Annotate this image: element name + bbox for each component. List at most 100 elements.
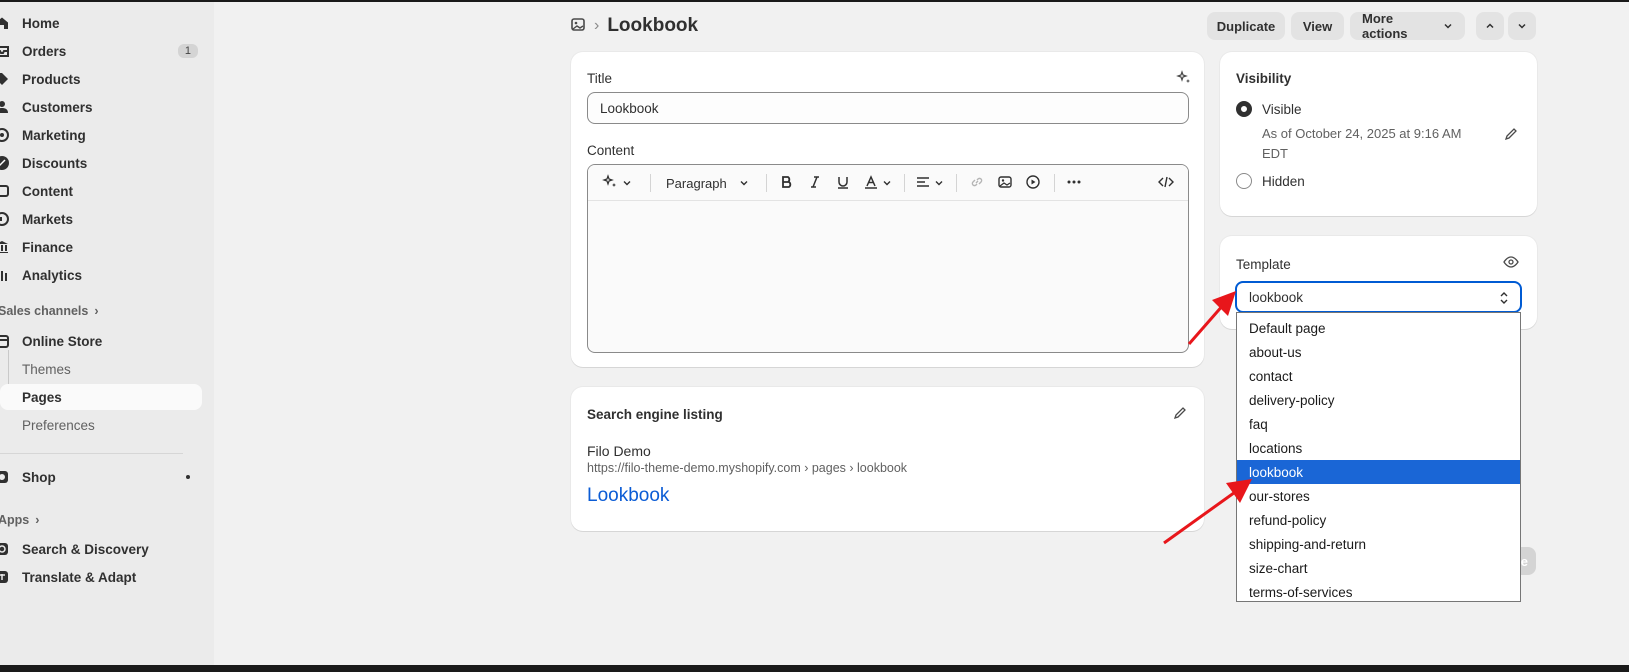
text-color-icon xyxy=(864,174,878,192)
sidebar-item-translate-adapt[interactable]: Translate & Adapt xyxy=(0,564,202,590)
link-icon xyxy=(970,175,984,192)
sidebar-subitem-label: Preferences xyxy=(22,417,95,433)
sidebar-item-online-store[interactable]: Online Store xyxy=(0,328,202,354)
sidebar-item-products[interactable]: Products xyxy=(0,66,202,92)
sidebar-item-content[interactable]: Content xyxy=(0,178,202,204)
template-option[interactable]: terms-of-services xyxy=(1237,580,1520,604)
sidebar-item-label: Markets xyxy=(22,211,74,227)
sidebar-item-customers[interactable]: Customers xyxy=(0,94,202,120)
bold-button[interactable] xyxy=(780,174,794,192)
visibility-card: Visibility Visible As of October 24, 202… xyxy=(1220,52,1537,216)
insert-video-button[interactable] xyxy=(1026,174,1040,192)
bank-icon xyxy=(0,239,10,255)
sidebar-item-analytics[interactable]: Analytics xyxy=(0,262,202,288)
page-content-card: Title Lookbook Content Paragraph xyxy=(571,52,1204,367)
search-engine-listing-card: Search engine listing Filo Demo https://… xyxy=(571,387,1204,531)
template-option[interactable]: locations xyxy=(1237,436,1520,460)
insert-link-button[interactable] xyxy=(970,174,984,192)
page-title: Lookbook xyxy=(607,15,699,36)
template-option[interactable]: about-us xyxy=(1237,340,1520,364)
ai-generate-button[interactable] xyxy=(602,173,632,192)
visibility-heading: Visibility xyxy=(1236,71,1292,86)
hidden-radio[interactable] xyxy=(1236,173,1252,189)
template-option[interactable]: faq xyxy=(1237,412,1520,436)
apps-heading[interactable]: Apps › xyxy=(0,513,39,527)
toolbar-divider xyxy=(1054,174,1055,192)
edit-pencil-icon[interactable] xyxy=(1503,126,1519,145)
show-html-button[interactable] xyxy=(1158,174,1174,192)
italic-icon xyxy=(808,175,822,192)
sidebar-subitem-themes[interactable]: Themes xyxy=(22,356,71,382)
insert-image-button[interactable] xyxy=(998,174,1012,192)
template-option[interactable]: our-stores xyxy=(1237,484,1520,508)
sidebar-item-home[interactable]: Home xyxy=(0,10,202,36)
duplicate-button[interactable]: Duplicate xyxy=(1207,12,1285,40)
sidebar-item-label: Online Store xyxy=(22,333,103,349)
text-color-button[interactable] xyxy=(864,174,892,192)
template-option[interactable]: delivery-policy xyxy=(1237,388,1520,412)
sidebar-subitem-preferences[interactable]: Preferences xyxy=(22,412,95,438)
seo-store-name: Filo Demo xyxy=(587,443,651,459)
sidebar-item-orders[interactable]: Orders 1 xyxy=(0,38,202,64)
sidebar-item-shop[interactable]: Shop xyxy=(0,464,202,490)
sidebar-item-label: Home xyxy=(22,15,60,31)
rich-text-editor[interactable]: Paragraph xyxy=(587,164,1189,353)
tree-line xyxy=(8,350,9,384)
breadcrumb: › Lookbook xyxy=(570,12,698,40)
next-page-button[interactable] xyxy=(1508,12,1536,40)
home-icon xyxy=(0,15,10,31)
sidebar-subitem-pages[interactable]: Pages xyxy=(0,384,202,410)
template-select[interactable]: lookbook xyxy=(1235,281,1522,313)
sidebar-item-marketing[interactable]: Marketing xyxy=(0,122,202,148)
title-input[interactable]: Lookbook xyxy=(587,92,1189,124)
target-icon xyxy=(0,127,10,143)
visible-label: Visible xyxy=(1262,102,1302,117)
sidebar-item-discounts[interactable]: Discounts xyxy=(0,150,202,176)
more-tools-button[interactable] xyxy=(1066,174,1082,192)
template-option-selected[interactable]: lookbook xyxy=(1237,460,1520,484)
editor-toolbar: Paragraph xyxy=(588,165,1188,201)
toolbar-divider xyxy=(904,174,905,192)
chevron-down-icon xyxy=(1443,19,1453,34)
sidebar-divider xyxy=(0,453,183,454)
magic-sparkle-icon[interactable] xyxy=(1176,70,1192,89)
sidebar-item-label: Content xyxy=(22,183,73,199)
save-label-fragment: e xyxy=(1520,553,1528,569)
paragraph-style-label: Paragraph xyxy=(666,175,727,191)
shop-icon xyxy=(0,469,10,485)
align-button[interactable] xyxy=(916,174,944,192)
edit-pencil-icon[interactable] xyxy=(1172,405,1188,424)
template-option[interactable]: Default page xyxy=(1237,316,1520,340)
pages-icon[interactable] xyxy=(570,17,586,36)
view-button[interactable]: View xyxy=(1291,12,1344,40)
bold-icon xyxy=(780,175,794,192)
toolbar-divider xyxy=(956,174,957,192)
title-input-value: Lookbook xyxy=(600,100,659,116)
sidebar-item-label: Orders xyxy=(22,43,67,59)
template-dropdown-list[interactable]: Default page about-us contact delivery-p… xyxy=(1236,312,1521,602)
visible-radio[interactable] xyxy=(1236,101,1252,117)
sales-channels-label: Sales channels xyxy=(0,304,89,318)
eye-icon[interactable] xyxy=(1503,254,1519,273)
sidebar-item-markets[interactable]: Markets xyxy=(0,206,202,232)
sidebar-item-finance[interactable]: Finance xyxy=(0,234,202,260)
sidebar-item-label: Search & Discovery xyxy=(22,541,149,557)
sidebar: Home Orders 1 Products Customers Marketi… xyxy=(0,2,214,665)
paragraph-style-select[interactable]: Paragraph xyxy=(666,174,749,192)
chevron-up-icon xyxy=(1485,19,1495,34)
more-actions-label: More actions xyxy=(1362,11,1408,41)
more-actions-button[interactable]: More actions xyxy=(1350,11,1465,41)
sidebar-item-search-discovery[interactable]: Search & Discovery xyxy=(0,536,202,562)
template-option[interactable]: size-chart xyxy=(1237,556,1520,580)
tag-icon xyxy=(0,71,10,87)
template-option[interactable]: contact xyxy=(1237,364,1520,388)
italic-button[interactable] xyxy=(808,174,822,192)
sales-channels-heading[interactable]: Sales channels › xyxy=(0,304,99,318)
template-option[interactable]: refund-policy xyxy=(1237,508,1520,532)
sidebar-item-label: Finance xyxy=(22,239,74,255)
underline-button[interactable] xyxy=(836,174,850,192)
sidebar-item-label: Translate & Adapt xyxy=(22,569,137,585)
template-option[interactable]: shipping-and-return xyxy=(1237,532,1520,556)
previous-page-button[interactable] xyxy=(1476,12,1504,40)
chevron-down-icon xyxy=(622,176,632,191)
